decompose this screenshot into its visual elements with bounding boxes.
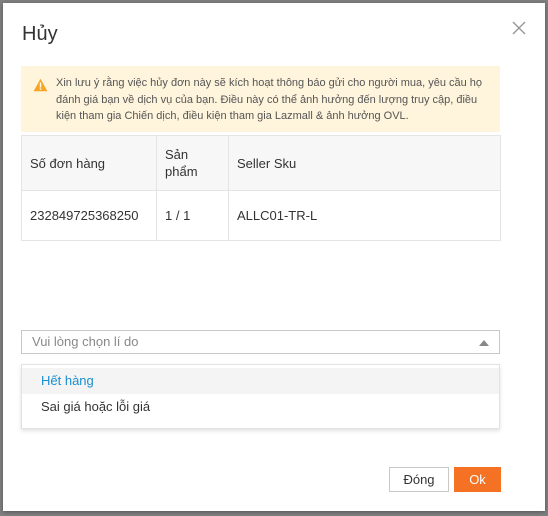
ok-button[interactable]: Ok: [454, 467, 501, 492]
product-count-cell: 1 / 1: [156, 190, 229, 241]
reason-select[interactable]: Vui lòng chọn lí do: [21, 330, 500, 354]
order-table: Số đơn hàng Sản phẩm Seller Sku 23284972…: [21, 135, 501, 241]
table-header-row: Số đơn hàng Sản phẩm Seller Sku: [21, 135, 501, 191]
table-row: 232849725368250 1 / 1 ALLC01-TR-L: [21, 190, 501, 241]
reason-dropdown-menu: Hết hàng Sai giá hoặc lỗi giá: [21, 364, 500, 429]
warning-notice: Xin lưu ý rằng việc hủy đơn này sẽ kích …: [21, 66, 500, 132]
column-header-order-number: Số đơn hàng: [21, 135, 157, 191]
seller-sku-cell: ALLC01-TR-L: [228, 190, 501, 241]
caret-up-icon: [479, 340, 489, 346]
column-header-product: Sản phẩm: [156, 135, 229, 191]
reason-option-wrong-price[interactable]: Sai giá hoặc lỗi giá: [22, 394, 499, 420]
column-header-seller-sku: Seller Sku: [228, 135, 501, 191]
order-number-cell: 232849725368250: [21, 190, 157, 241]
close-icon[interactable]: [508, 17, 530, 39]
dialog-title: Hủy: [22, 23, 58, 45]
cancel-order-dialog: Hủy Xin lưu ý rằng việc hủy đơn này sẽ k…: [3, 3, 545, 511]
warning-icon: [33, 78, 48, 92]
reason-select-placeholder: Vui lòng chọn lí do: [32, 334, 139, 349]
notice-text: Xin lưu ý rằng việc hủy đơn này sẽ kích …: [56, 77, 483, 122]
reason-option-out-of-stock[interactable]: Hết hàng: [22, 368, 499, 394]
close-button[interactable]: Đóng: [389, 467, 449, 492]
